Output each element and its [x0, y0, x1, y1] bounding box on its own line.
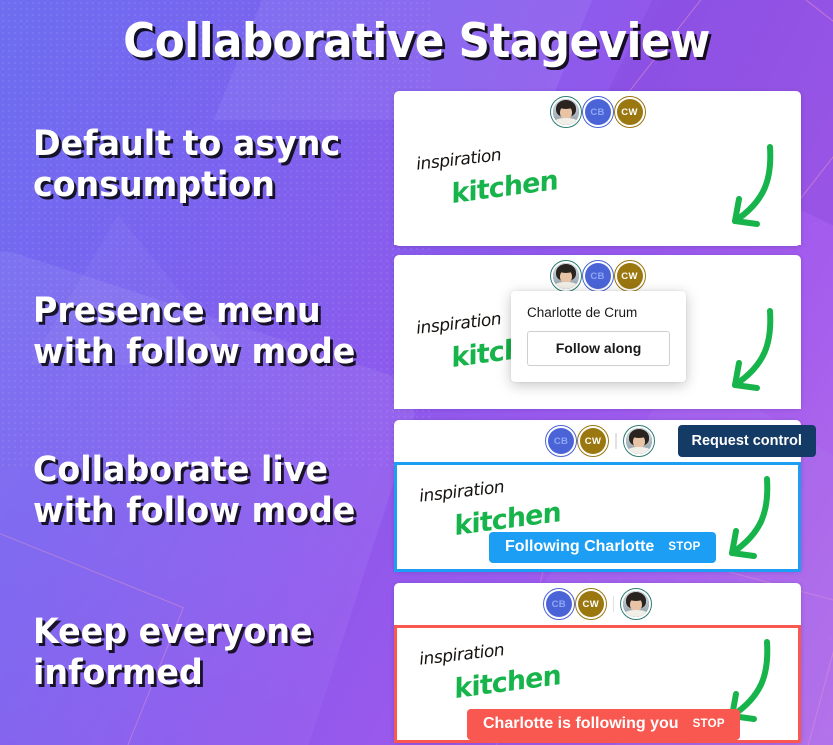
whiteboard-canvas-following[interactable]: inspiration kitchen Following Charlotte …	[394, 462, 801, 572]
followed-by-banner-stop-button[interactable]: STOP	[693, 718, 725, 730]
presence-popup-menu[interactable]: Charlotte de Crum Follow along	[511, 291, 686, 382]
avatar-cb[interactable]: CB	[545, 425, 577, 457]
avatar-active-ring	[545, 425, 577, 457]
avatar-photo-fringe	[558, 104, 573, 109]
page-title: Collaborative Stageview	[123, 14, 710, 69]
following-banner-text: Following Charlotte	[505, 538, 655, 555]
ink-note-inspiration: inspiration	[415, 309, 503, 339]
presence-avatar-bar: CB CW Request control	[394, 420, 816, 462]
ink-note-kitchen: kitchen	[454, 659, 561, 706]
row-label-presence-menu: Presence menu with follow mode	[33, 291, 356, 373]
avatar-charlotte-photo[interactable]	[620, 588, 653, 620]
avatar-photo-body	[627, 447, 650, 454]
row-label-async-consumption: Default to async consumption	[33, 124, 341, 206]
avatar-photo-image	[623, 591, 650, 617]
background-dot-pattern	[0, 0, 430, 470]
stageview-card-presence-menu: CB CW inspiration kitchen Charlotte de C…	[394, 255, 801, 409]
follow-along-button[interactable]: Follow along	[527, 331, 670, 366]
avatar-active-ring	[613, 96, 646, 128]
avatar-photo-image	[625, 428, 652, 454]
request-control-button[interactable]: Request control	[677, 425, 816, 457]
ink-note-inspiration: inspiration	[418, 477, 506, 507]
avatar-divider	[612, 596, 615, 612]
slide-canvas: Collaborative Stageview Default to async…	[0, 0, 833, 745]
avatar-active-ring	[574, 588, 607, 620]
avatar-charlotte-photo[interactable]	[549, 260, 582, 292]
followed-by-banner[interactable]: Charlotte is following you STOP	[467, 709, 740, 740]
green-arrow-icon	[729, 476, 771, 559]
avatar-charlotte-photo[interactable]	[622, 425, 655, 457]
avatar-cw[interactable]: CW	[613, 260, 646, 292]
following-banner[interactable]: Following Charlotte STOP	[489, 532, 716, 563]
avatar-cb[interactable]: CB	[542, 588, 575, 620]
whiteboard-canvas-followed[interactable]: inspiration kitchen Charlotte is followi…	[394, 625, 801, 743]
stageview-card-keep-informed: CB CW inspiration kitchen Charlotte is f…	[394, 583, 801, 743]
green-arrow-icon	[732, 308, 774, 391]
avatar-active-ring	[577, 425, 609, 457]
avatar-photo-fringe	[558, 268, 573, 273]
avatar-cb[interactable]: CB	[581, 260, 614, 292]
avatar-cw[interactable]: CW	[574, 588, 607, 620]
presence-popup-name: Charlotte de Crum	[527, 305, 638, 320]
avatar-cw[interactable]: CW	[613, 96, 646, 128]
ink-note-kitchen: kitchen	[451, 164, 558, 211]
ink-note-inspiration: inspiration	[415, 145, 503, 175]
presence-avatar-bar: CB CW	[394, 91, 801, 133]
avatar-charlotte-photo[interactable]	[549, 96, 582, 128]
followed-by-banner-text: Charlotte is following you	[483, 715, 679, 732]
avatar-photo-body	[625, 610, 648, 617]
whiteboard-canvas[interactable]: inspiration kitchen	[394, 133, 801, 245]
avatar-active-ring	[581, 96, 614, 128]
avatar-active-ring	[613, 260, 646, 292]
avatar-divider	[615, 433, 617, 449]
row-label-keep-informed: Keep everyone informed	[33, 612, 313, 694]
avatar-active-ring	[542, 588, 575, 620]
avatar-active-ring	[581, 260, 614, 292]
avatar-photo-body	[554, 118, 577, 125]
following-banner-stop-button[interactable]: STOP	[668, 541, 700, 553]
avatar-photo-image	[552, 263, 579, 289]
stageview-card-async: CB CW inspiration kitchen	[394, 91, 801, 246]
ink-note-inspiration: inspiration	[418, 640, 506, 670]
presence-avatar-bar: CB CW	[394, 583, 801, 625]
avatar-cb[interactable]: CB	[581, 96, 614, 128]
avatar-photo-image	[552, 99, 579, 125]
row-label-collaborate-live: Collaborate live with follow mode	[33, 450, 356, 532]
avatar-photo-body	[554, 282, 577, 289]
avatar-photo-fringe	[631, 433, 646, 438]
green-arrow-icon	[732, 144, 774, 227]
stageview-card-collaborate-live: CB CW Request control inspiration kitche…	[394, 420, 816, 572]
avatar-cw[interactable]: CW	[577, 425, 609, 457]
